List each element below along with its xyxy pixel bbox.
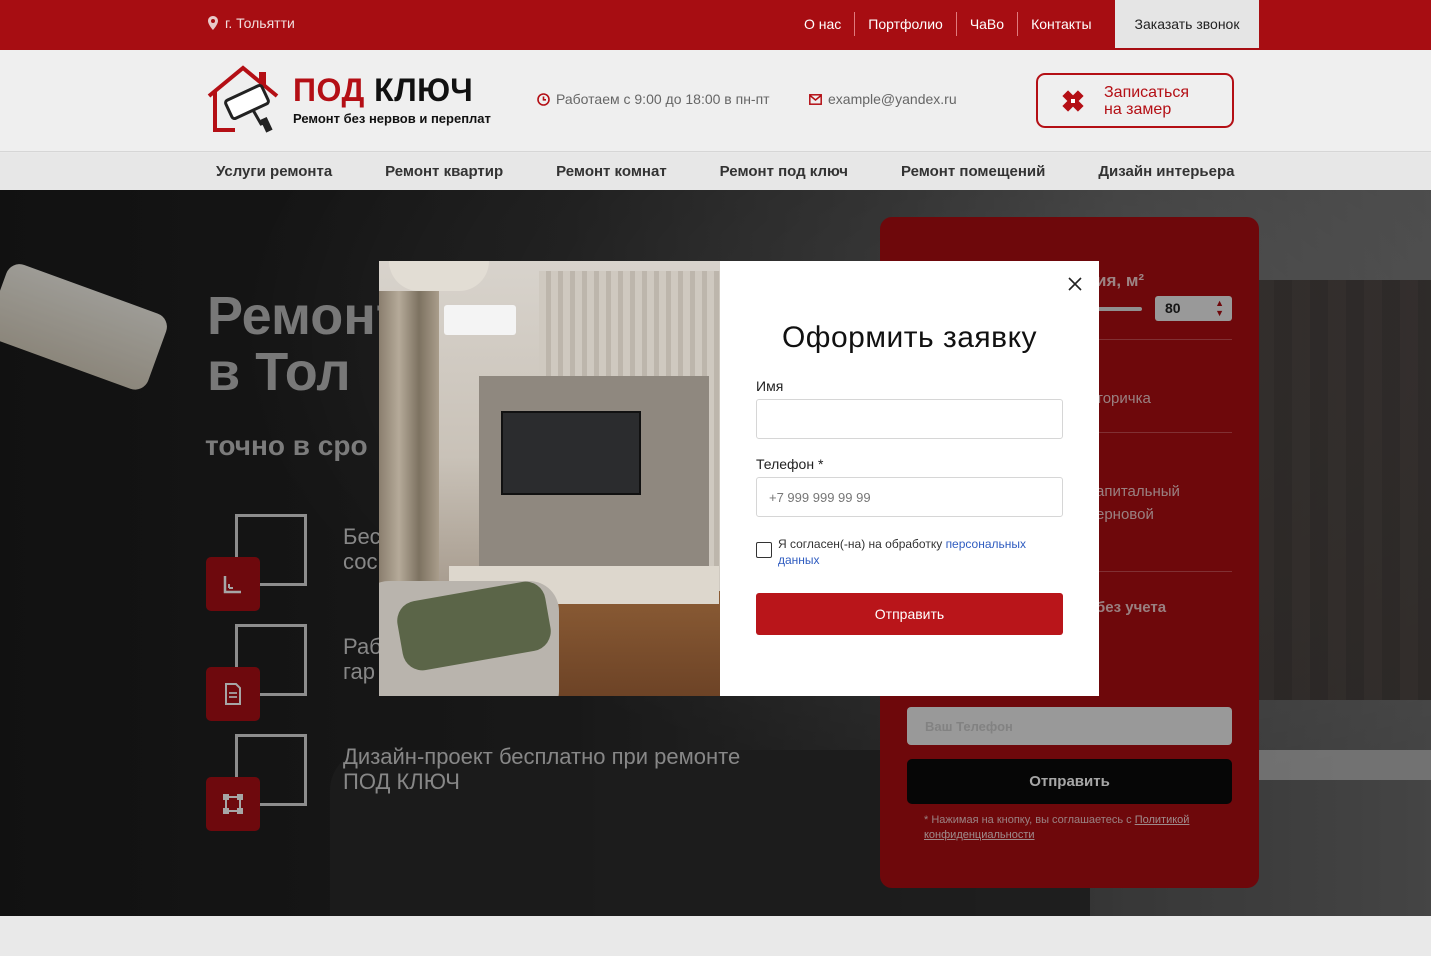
email-contact[interactable]: example@yandex.ru — [809, 91, 957, 107]
top-nav: О нас Портфолио ЧаВо Контакты — [791, 12, 1105, 36]
menu-item-interior-design[interactable]: Дизайн интерьера — [1098, 163, 1234, 180]
close-icon[interactable] — [1067, 276, 1083, 292]
name-field[interactable] — [756, 399, 1063, 439]
consent-checkbox[interactable] — [756, 542, 772, 558]
menu-item-turnkey[interactable]: Ремонт под ключ — [720, 163, 848, 180]
book-measurement-button[interactable]: Записаться на замер — [1036, 73, 1234, 128]
email-text: example@yandex.ru — [828, 91, 957, 107]
header: ПОД КЛЮЧ Ремонт без нервов и переплат Ра… — [0, 50, 1431, 152]
menu-item-premises[interactable]: Ремонт помещений — [901, 163, 1045, 180]
ruler-pencil-icon — [1062, 89, 1084, 112]
work-hours: Работаем с 9:00 до 18:00 в пн-пт — [537, 91, 770, 107]
measure-button-line2: на замер — [1104, 100, 1172, 118]
menu-item-services[interactable]: Услуги ремонта — [216, 163, 332, 180]
city-selector[interactable]: г. Тольятти — [207, 15, 295, 31]
order-modal: Оформить заявку Имя Телефон * +7 999 999… — [379, 261, 1099, 696]
photo-tv — [501, 411, 641, 495]
measure-button-line1: Записаться — [1104, 83, 1190, 101]
logo-part1: ПОД — [293, 72, 365, 108]
phone-field[interactable]: +7 999 999 99 99 — [756, 477, 1063, 517]
main-menu: Услуги ремонта Ремонт квартир Ремонт ком… — [0, 153, 1431, 190]
order-call-button[interactable]: Заказать звонок — [1115, 0, 1259, 48]
menu-item-apartments[interactable]: Ремонт квартир — [385, 163, 503, 180]
consent-text: Я согласен(-на) на обработку персональны… — [778, 536, 1048, 568]
phone-label: Телефон * — [756, 456, 824, 472]
nav-faq[interactable]: ЧаВо — [957, 12, 1019, 36]
logo-part2: КЛЮЧ — [374, 72, 474, 108]
clock-icon — [537, 92, 550, 106]
city-label: г. Тольятти — [225, 15, 295, 31]
logo-house-roller-icon[interactable] — [205, 64, 281, 134]
mail-icon — [809, 93, 822, 105]
consent-label: Я согласен(-на) на обработку — [778, 537, 946, 551]
modal-interior-photo — [379, 261, 720, 696]
nav-contacts[interactable]: Контакты — [1018, 12, 1104, 36]
menu-item-rooms[interactable]: Ремонт комнат — [556, 163, 667, 180]
logo-subtitle: Ремонт без нервов и переплат — [293, 111, 491, 126]
photo-air-conditioner — [444, 305, 516, 335]
nav-portfolio[interactable]: Портфолио — [855, 12, 957, 36]
modal-title: Оформить заявку — [781, 321, 1038, 354]
modal-submit-button[interactable]: Отправить — [756, 593, 1063, 635]
logo-title[interactable]: ПОД КЛЮЧ — [293, 72, 473, 109]
photo-curtain — [379, 291, 439, 611]
top-bar: г. Тольятти О нас Портфолио ЧаВо Контакт… — [0, 0, 1431, 50]
work-hours-text: Работаем с 9:00 до 18:00 в пн-пт — [556, 91, 770, 107]
page-bottom-strip — [0, 916, 1431, 956]
nav-about[interactable]: О нас — [791, 12, 856, 36]
location-pin-icon — [208, 16, 218, 30]
photo-lamp — [389, 261, 489, 291]
name-label: Имя — [756, 378, 784, 394]
